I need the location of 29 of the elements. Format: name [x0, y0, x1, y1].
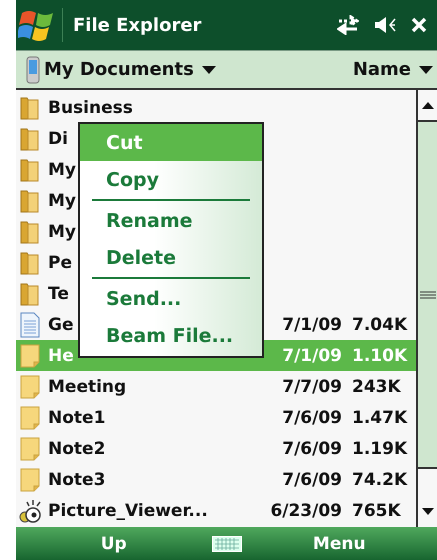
file-name: My [48, 160, 76, 180]
file-name: Ge [48, 314, 74, 334]
window-title: File Explorer [73, 14, 202, 36]
file-date: 7/6/09 [281, 438, 342, 458]
file-size: 1.19K [352, 438, 408, 458]
file-date: 7/1/09 [281, 314, 342, 334]
file-size: 243K [352, 376, 402, 396]
file-date: 6/23/09 [269, 500, 342, 520]
file-size: 1.10K [352, 346, 408, 366]
file-date: 7/7/09 [281, 376, 342, 396]
file-name: Pe [48, 252, 72, 272]
file-name: Picture_Viewer... [48, 500, 208, 520]
file-size: 7.04K [352, 314, 408, 334]
file-name: Note1 [48, 408, 106, 428]
file-size: 74.2K [352, 470, 408, 490]
file-name: Di [48, 128, 68, 148]
file-size: 765K [352, 500, 402, 520]
file-name: He [48, 346, 74, 366]
file-name: Meeting [48, 376, 126, 396]
file-size: 1.47K [352, 408, 408, 428]
file-date: 7/6/09 [281, 408, 342, 428]
file-name: Business [48, 98, 133, 118]
file-name: My [48, 190, 76, 210]
file-date: 7/6/09 [281, 470, 342, 490]
file-name: Note3 [48, 470, 106, 490]
file-name: Te [48, 284, 69, 304]
file-date: 7/1/09 [281, 346, 342, 366]
file-name: My [48, 222, 76, 242]
file-name: Note2 [48, 438, 106, 458]
